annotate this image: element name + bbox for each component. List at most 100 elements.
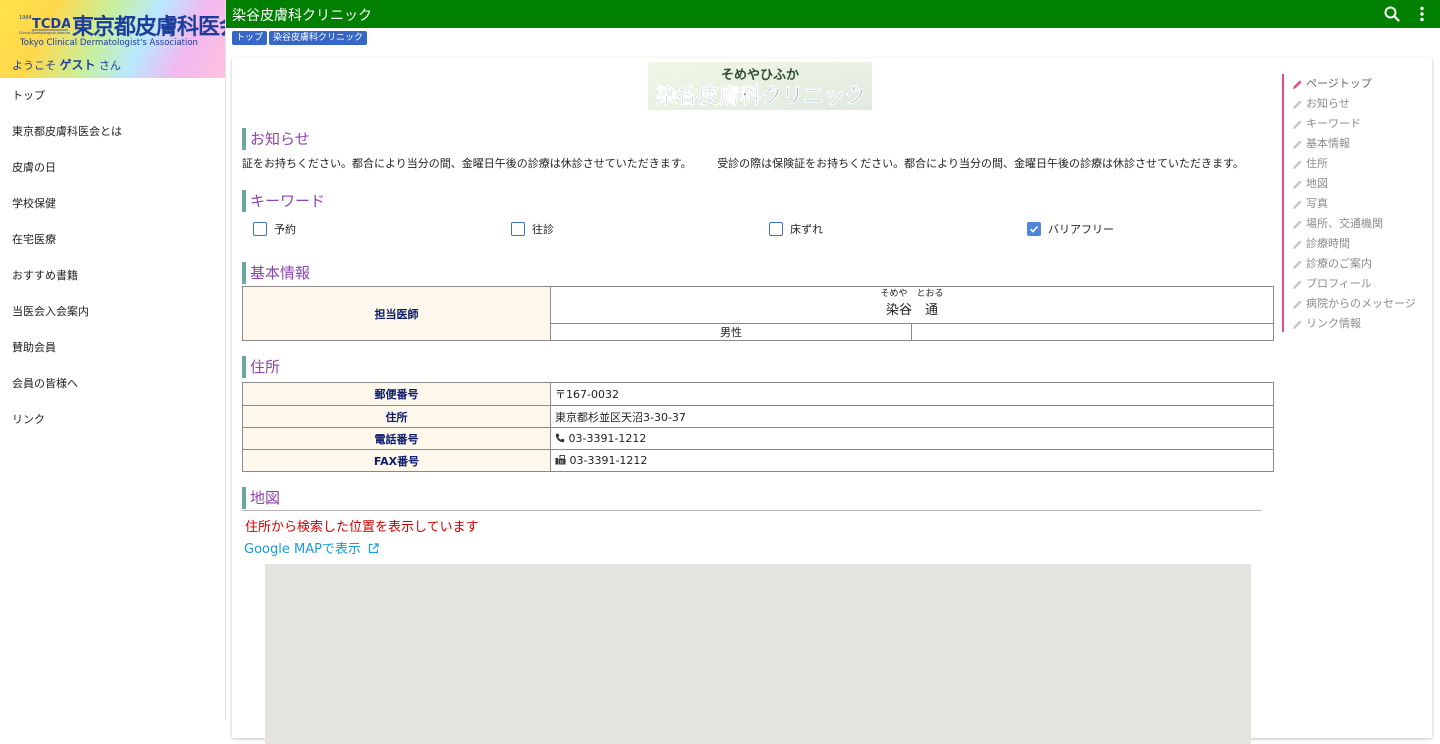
postal-label: 郵便番号 [242, 382, 551, 406]
phone-value: 03-3391-1212 [568, 432, 647, 445]
sidebar-item-top[interactable]: トップ [0, 78, 225, 114]
toc-item-photos[interactable]: 写真 [1292, 194, 1428, 214]
address-value: 東京都杉並区天沼3-30-37 [550, 405, 1274, 428]
keyword-bedsore[interactable]: 床ずれ [769, 221, 823, 237]
toc-label: 写真 [1306, 197, 1328, 210]
pencil-icon [1293, 119, 1302, 129]
sidebar-item-about[interactable]: 東京都皮膚科医会とは [0, 114, 225, 150]
checkbox-house-call[interactable] [511, 222, 525, 236]
table-row: 電話番号 03-3391-1212 [242, 427, 1274, 450]
pencil-icon [1293, 199, 1302, 209]
notice-line-1: 証をお持ちください。都合により当分の間、金曜日午後の診療は休診させていただきます… [242, 157, 692, 170]
table-row: 郵便番号 〒167-0032 [242, 382, 1274, 406]
toc-label: 場所、交通機関 [1306, 217, 1383, 230]
svg-text:Clinical Dermatologists Associ: Clinical Dermatologists Association [19, 31, 70, 35]
toc-item-profile[interactable]: プロフィール [1292, 274, 1428, 294]
breadcrumb-clinic[interactable]: 染谷皮膚科クリニック [269, 31, 368, 45]
brand-header[interactable]: 1984 TCDA Clinical Dermatologists Associ… [0, 0, 225, 78]
section-heading-map: 地図 [242, 487, 280, 509]
sidebar-item-books[interactable]: おすすめ書籍 [0, 258, 225, 294]
breadcrumb-top[interactable]: トップ [232, 31, 268, 45]
app-bar: 染谷皮膚科クリニック [226, 0, 1440, 28]
google-map-link-label: Google MAPで表示 [244, 542, 361, 557]
toc-item-address[interactable]: 住所 [1292, 154, 1428, 174]
pencil-icon [1293, 159, 1302, 169]
phone-label: 電話番号 [242, 427, 551, 450]
address-table: 郵便番号 〒167-0032 住所 東京都杉並区天沼3-30-37 電話番号 0… [242, 382, 1274, 472]
toc-label: リンク情報 [1306, 317, 1361, 330]
toc-item-hours[interactable]: 診療時間 [1292, 234, 1428, 254]
toc-item-page-top[interactable]: ページトップ [1292, 74, 1428, 94]
keyword-label: バリアフリー [1048, 223, 1114, 236]
sidebar-item-home-care[interactable]: 在宅医療 [0, 222, 225, 258]
sidebar-item-members[interactable]: 会員の皆様へ [0, 366, 225, 402]
sidebar: 1984 TCDA Clinical Dermatologists Associ… [0, 0, 226, 720]
pencil-icon [1293, 279, 1302, 289]
toc-label: ページトップ [1306, 77, 1372, 90]
sidebar-item-skin-day[interactable]: 皮膚の日 [0, 150, 225, 186]
toc-label: キーワード [1306, 117, 1361, 130]
keyword-house-call[interactable]: 往診 [511, 221, 554, 237]
doctor-extra [911, 323, 1274, 341]
map-divider [242, 510, 1262, 511]
breadcrumb: トップ 染谷皮膚科クリニック [232, 31, 368, 46]
sidebar-item-links[interactable]: リンク [0, 402, 225, 438]
toc-item-guide[interactable]: 診療のご案内 [1292, 254, 1428, 274]
more-vert-icon[interactable] [1412, 4, 1432, 24]
checkbox-barrier-free[interactable] [1027, 222, 1041, 236]
keyword-barrier-free[interactable]: バリアフリー [1027, 221, 1114, 237]
google-map-link[interactable]: Google MAPで表示 [244, 538, 379, 557]
toc-item-access[interactable]: 場所、交通機関 [1292, 214, 1428, 234]
app-bar-title: 染谷皮膚科クリニック [232, 8, 372, 24]
toc-label: 病院からのメッセージ [1306, 297, 1416, 310]
table-row: 住所 東京都杉並区天沼3-30-37 [242, 405, 1274, 428]
keyword-label: 床ずれ [790, 223, 823, 236]
svg-text:そめやひふか: そめやひふか [721, 68, 799, 83]
toc-item-notice[interactable]: お知らせ [1292, 94, 1428, 114]
sidebar-item-school-health[interactable]: 学校保健 [0, 186, 225, 222]
phone-cell[interactable]: 03-3391-1212 [550, 427, 1274, 450]
pencil-icon [1293, 219, 1302, 229]
fax-label: FAX番号 [242, 449, 551, 472]
pencil-icon [1293, 319, 1302, 329]
sidebar-item-membership[interactable]: 当医会入会案内 [0, 294, 225, 330]
pencil-icon [1293, 139, 1302, 149]
pencil-icon [1293, 99, 1302, 109]
svg-text:1984: 1984 [19, 15, 32, 21]
section-heading-address: 住所 [242, 356, 280, 378]
toc-item-message[interactable]: 病院からのメッセージ [1292, 294, 1428, 314]
checkbox-reservation[interactable] [253, 222, 267, 236]
welcome-prefix: ようこそ [12, 59, 56, 72]
postal-value: 〒167-0032 [550, 382, 1274, 406]
keyword-reservation[interactable]: 予約 [253, 221, 296, 237]
toc-item-links[interactable]: リンク情報 [1292, 314, 1428, 334]
doctor-kana: そめや とおる [880, 289, 944, 299]
toc-label: 診療時間 [1306, 237, 1350, 250]
fax-icon [555, 455, 566, 465]
checkbox-bedsore[interactable] [769, 222, 783, 236]
fax-cell: 03-3391-1212 [550, 449, 1274, 472]
toc-label: 診療のご案内 [1306, 257, 1372, 270]
doctor-label: 担当医師 [242, 286, 551, 341]
map-embed[interactable] [265, 564, 1251, 744]
phone-icon [555, 433, 565, 443]
map-note: 住所から検索した位置を表示しています [245, 520, 479, 535]
toc-item-basic-info[interactable]: 基本情報 [1292, 134, 1428, 154]
toc-label: プロフィール [1306, 277, 1372, 290]
content-card: そめやひふか 染谷皮膚科クリニック お知らせ 証をお持ちください。都合により当分… [232, 58, 1432, 744]
toc-item-keywords[interactable]: キーワード [1292, 114, 1428, 134]
clinic-banner: そめやひふか 染谷皮膚科クリニック [648, 62, 872, 110]
fax-value: 03-3391-1212 [569, 454, 648, 467]
toc-item-map[interactable]: 地図 [1292, 174, 1428, 194]
doctor-name-cell: そめや とおる 染谷 通 [550, 286, 1274, 324]
pencil-icon [1293, 259, 1302, 269]
search-icon[interactable] [1382, 4, 1402, 24]
external-link-icon [368, 543, 379, 554]
tcda-logo: 1984 TCDA Clinical Dermatologists Associ… [19, 15, 70, 35]
basic-info-table: 担当医師 そめや とおる 染谷 通 男性 [242, 286, 1274, 341]
pencil-icon [1293, 299, 1302, 309]
sidebar-item-supporters[interactable]: 賛助会員 [0, 330, 225, 366]
address-label: 住所 [242, 405, 551, 428]
toc-label: 住所 [1306, 157, 1328, 170]
notice-text: 証をお持ちください。都合により当分の間、金曜日午後の診療は休診させていただきます… [242, 155, 1274, 171]
